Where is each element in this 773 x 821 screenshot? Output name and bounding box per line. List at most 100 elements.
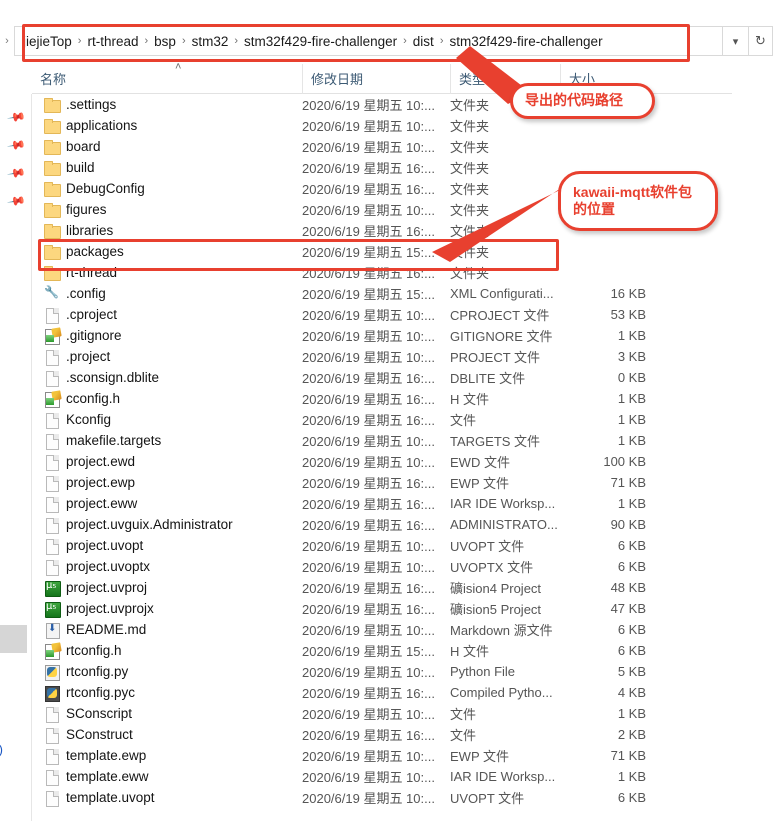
column-header-name[interactable]: 名称 ˄ bbox=[32, 61, 302, 94]
file-row[interactable]: project.eww 2020/6/19 星期五 16:... IAR IDE W… bbox=[32, 493, 732, 514]
file-row[interactable]: SConscript 2020/6/19 星期五 10:... 文件 1 KB bbox=[32, 703, 732, 724]
file-row[interactable]: template.ewp 2020/6/19 星期五 10:... EWP 文件 71… bbox=[32, 745, 732, 766]
breadcrumb-item[interactable]: jiejieTop bbox=[19, 32, 76, 51]
file-name-cell[interactable]: SConscript bbox=[32, 706, 302, 723]
file-row[interactable]: makefile.targets 2020/6/19 星期五 10:... TARG… bbox=[32, 430, 732, 451]
file-type-cell: 文件夹 bbox=[450, 161, 490, 176]
file-row[interactable]: project.ewp 2020/6/19 星期五 16:... EWP 文件 71 … bbox=[32, 472, 732, 493]
breadcrumb-separator-icon[interactable]: › bbox=[232, 35, 240, 47]
file-name-cell[interactable]: template.uvopt bbox=[32, 790, 302, 807]
breadcrumb[interactable]: jiejieTop › rt-thread › bsp › stm32 › stm32f429-… bbox=[14, 26, 723, 56]
file-name-cell[interactable]: project.uvguix.Administrator bbox=[32, 517, 302, 534]
file-row[interactable]: template.eww 2020/6/19 星期五 10:... IAR IDE … bbox=[32, 766, 732, 787]
file-name-cell[interactable]: figures bbox=[32, 202, 302, 218]
breadcrumb-item[interactable]: rt-thread bbox=[83, 32, 142, 51]
pin-icon[interactable]: 📌 bbox=[6, 135, 26, 155]
file-row[interactable]: Kconfig 2020/6/19 星期五 16:... 文件 1 KB bbox=[32, 409, 732, 430]
file-name-cell[interactable]: project.uvopt bbox=[32, 538, 302, 555]
file-row[interactable]: project.uvopt 2020/6/19 星期五 10:... UVOPT 文… bbox=[32, 535, 732, 556]
file-name-cell[interactable]: project.uvproj bbox=[32, 580, 302, 597]
file-row[interactable]: rtconfig.pyc 2020/6/19 星期五 16:... Compiled… bbox=[32, 682, 732, 703]
file-name-cell[interactable]: applications bbox=[32, 118, 302, 134]
file-row[interactable]: SConstruct 2020/6/19 星期五 16:... 文件 2 KB bbox=[32, 724, 732, 745]
file-row[interactable]: cconfig.h 2020/6/19 星期五 16:... H 文件 1 KB bbox=[32, 388, 732, 409]
file-name-cell[interactable]: DebugConfig bbox=[32, 181, 302, 197]
file-row[interactable]: rtconfig.py 2020/6/19 星期五 10:... Python Fi… bbox=[32, 661, 732, 682]
file-name-cell[interactable]: project.eww bbox=[32, 496, 302, 513]
file-row[interactable]: project.uvguix.Administrator 2020/6/19 星期… bbox=[32, 514, 732, 535]
file-name-cell[interactable]: project.uvoptx bbox=[32, 559, 302, 576]
file-row[interactable]: board 2020/6/19 星期五 10:... 文件夹 bbox=[32, 136, 732, 157]
file-name-cell[interactable]: README.md bbox=[32, 622, 302, 639]
file-name-cell[interactable]: makefile.targets bbox=[32, 433, 302, 450]
file-name-cell[interactable]: packages bbox=[32, 244, 302, 260]
file-name-cell[interactable]: project.uvprojx bbox=[32, 601, 302, 618]
file-name-label: README.md bbox=[66, 622, 147, 637]
file-name-cell[interactable]: .config bbox=[32, 285, 302, 302]
breadcrumb-item[interactable]: stm32f429-fire-challenger bbox=[240, 32, 401, 51]
file-type-cell: 文件夹 bbox=[450, 266, 490, 281]
file-name-cell[interactable]: project.ewd bbox=[32, 454, 302, 471]
file-size-cell: 6 KB bbox=[617, 643, 646, 658]
file-name-cell[interactable]: .settings bbox=[32, 97, 302, 113]
file-row[interactable]: packages 2020/6/19 星期五 15:... 文件夹 bbox=[32, 241, 732, 262]
file-name-cell[interactable]: template.ewp bbox=[32, 748, 302, 765]
file-row[interactable]: README.md 2020/6/19 星期五 10:... Markdown 源文… bbox=[32, 619, 732, 640]
generic-file-icon bbox=[44, 748, 60, 765]
file-date-cell: 2020/6/19 星期五 16:... bbox=[302, 686, 435, 701]
file-name-cell[interactable]: template.eww bbox=[32, 769, 302, 786]
file-name-cell[interactable]: project.ewp bbox=[32, 475, 302, 492]
file-name-cell[interactable]: libraries bbox=[32, 223, 302, 239]
file-name-cell[interactable]: rtconfig.pyc bbox=[32, 685, 302, 702]
file-name-cell[interactable]: rtconfig.h bbox=[32, 641, 302, 660]
file-name-cell[interactable]: SConstruct bbox=[32, 727, 302, 744]
file-row[interactable]: project.uvoptx 2020/6/19 星期五 10:... UVOPTX… bbox=[32, 556, 732, 577]
breadcrumb-item[interactable]: stm32f429-fire-challenger bbox=[445, 32, 606, 51]
file-name-cell[interactable]: .project bbox=[32, 349, 302, 366]
breadcrumb-item[interactable]: bsp bbox=[150, 32, 180, 51]
breadcrumb-separator-icon[interactable]: › bbox=[180, 35, 188, 47]
file-name-cell[interactable]: Kconfig bbox=[32, 412, 302, 429]
file-name-cell[interactable]: .sconsign.dblite bbox=[32, 370, 302, 387]
pin-icon[interactable]: 📌 bbox=[6, 107, 26, 127]
file-name-label: SConstruct bbox=[66, 727, 133, 742]
column-header-date[interactable]: 修改日期 bbox=[302, 63, 450, 94]
file-date-cell: 2020/6/19 星期五 10:... bbox=[302, 539, 435, 554]
file-name-label: project.ewp bbox=[66, 475, 136, 490]
breadcrumb-item[interactable]: stm32 bbox=[188, 32, 233, 51]
breadcrumb-separator-icon[interactable]: › bbox=[76, 35, 84, 47]
file-row[interactable]: template.uvopt 2020/6/19 星期五 10:... UVOPT … bbox=[32, 787, 732, 808]
file-row[interactable]: .project 2020/6/19 星期五 10:... PROJECT 文件 3 … bbox=[32, 346, 732, 367]
file-name-cell[interactable]: .gitignore bbox=[32, 326, 302, 345]
file-name-cell[interactable]: rt-thread bbox=[32, 265, 302, 281]
file-row[interactable]: project.uvproj 2020/6/19 星期五 16:... 礦ision… bbox=[32, 577, 732, 598]
file-name-cell[interactable]: build bbox=[32, 160, 302, 176]
pin-icon[interactable]: 📌 bbox=[6, 191, 26, 211]
file-row[interactable]: .gitignore 2020/6/19 星期五 10:... GITIGNORE … bbox=[32, 325, 732, 346]
refresh-button[interactable]: ↻ bbox=[749, 26, 773, 56]
file-row[interactable]: project.uvprojx 2020/6/19 星期五 16:... 礦isio… bbox=[32, 598, 732, 619]
file-row[interactable]: .sconsign.dblite 2020/6/19 星期五 16:... DBLI… bbox=[32, 367, 732, 388]
file-row[interactable]: rt-thread 2020/6/19 星期五 16:... 文件夹 bbox=[32, 262, 732, 283]
pin-icon[interactable]: 📌 bbox=[6, 163, 26, 183]
breadcrumb-separator-icon[interactable]: › bbox=[438, 35, 446, 47]
file-name-cell[interactable]: .cproject bbox=[32, 307, 302, 324]
file-row[interactable]: .config 2020/6/19 星期五 15:... XML Configura… bbox=[32, 283, 732, 304]
file-size-cell: 6 KB bbox=[617, 790, 646, 805]
file-name-cell[interactable]: cconfig.h bbox=[32, 389, 302, 408]
file-name-cell[interactable]: rtconfig.py bbox=[32, 664, 302, 681]
breadcrumb-separator-icon[interactable]: › bbox=[401, 35, 409, 47]
scrollbar-thumb[interactable] bbox=[0, 625, 27, 653]
address-bar[interactable]: › jiejieTop › rt-thread › bsp › stm32 › stm32f42… bbox=[0, 26, 773, 56]
file-date-cell: 2020/6/19 星期五 10:... bbox=[302, 455, 435, 470]
file-row[interactable]: .cproject 2020/6/19 星期五 10:... CPROJECT 文件… bbox=[32, 304, 732, 325]
file-row[interactable]: project.ewd 2020/6/19 星期五 10:... EWD 文件 100… bbox=[32, 451, 732, 472]
file-name-label: figures bbox=[66, 202, 107, 217]
file-size-cell: 2 KB bbox=[617, 727, 646, 742]
file-name-cell[interactable]: board bbox=[32, 139, 302, 155]
breadcrumb-separator-icon[interactable]: › bbox=[142, 35, 150, 47]
address-bar-dropdown-button[interactable]: ▾ bbox=[723, 26, 749, 56]
breadcrumb-item[interactable]: dist bbox=[409, 32, 438, 51]
address-bar-overflow-chevron-icon[interactable]: › bbox=[0, 26, 14, 56]
file-row[interactable]: rtconfig.h 2020/6/19 星期五 15:... H 文件 6 KB bbox=[32, 640, 732, 661]
